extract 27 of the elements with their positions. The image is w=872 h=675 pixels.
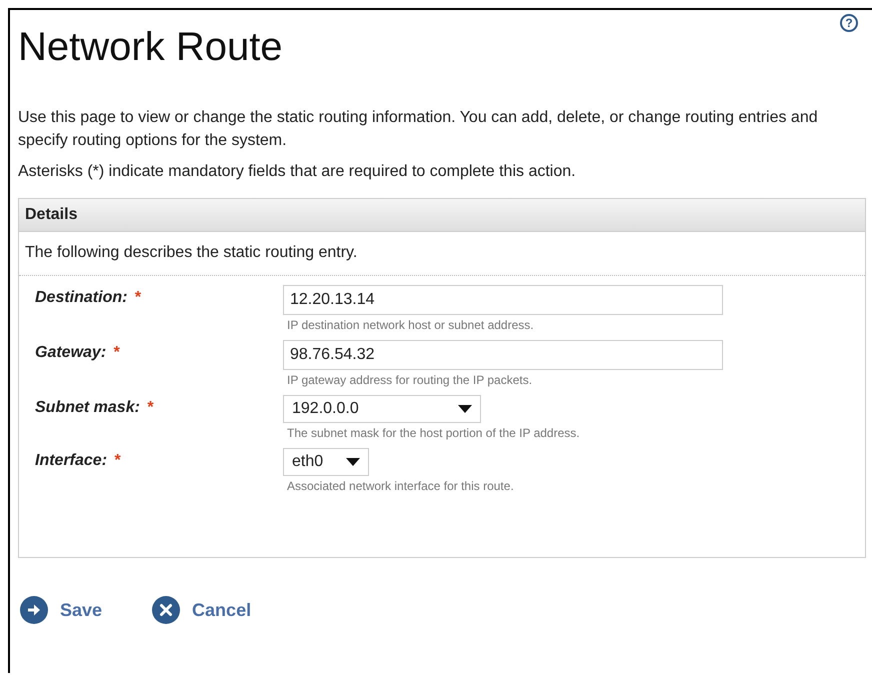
mandatory-note: Asterisks (*) indicate mandatory fields that are required to complete this action. (18, 163, 577, 181)
field-label: Gateway: (35, 344, 106, 361)
caret-icon (346, 458, 360, 466)
field-hint: Associated network interface for this route. (287, 479, 514, 493)
save-button[interactable]: Save (20, 596, 102, 624)
required-mark: * (114, 452, 121, 469)
required-mark: * (147, 399, 154, 416)
input-field[interactable]: 12.20.13.14 (283, 285, 723, 315)
field-label: Destination: (35, 289, 128, 306)
dropdown[interactable]: eth0 (283, 448, 369, 476)
field-hint: IP gateway address for routing the IP packets. (287, 373, 534, 387)
cancel-button[interactable]: Cancel (152, 596, 252, 624)
help-icon[interactable]: ? (840, 14, 858, 32)
required-mark: * (114, 344, 120, 361)
input-field[interactable]: 98.76.54.32 (283, 340, 723, 370)
close-icon (152, 596, 180, 624)
panel-description: The following describes the static routing entry. (25, 244, 358, 261)
field-hint: The subnet mask for the host portion of the IP address. (287, 426, 580, 440)
panel-heading: Details (25, 206, 78, 224)
intro-text: Use this page to view or change the static routing information. You can add, delete, or change routing entries and specify routing options for the system. (18, 108, 819, 151)
field-label: Interface: (35, 452, 108, 469)
page-title: Network Route (18, 25, 283, 70)
field-hint: IP destination network host or subnet address. (287, 318, 535, 332)
field-label: Subnet mask: (35, 399, 140, 416)
caret-icon (458, 405, 472, 413)
required-mark: * (134, 289, 142, 306)
dropdown[interactable]: 192.0.0.0 (283, 395, 481, 423)
